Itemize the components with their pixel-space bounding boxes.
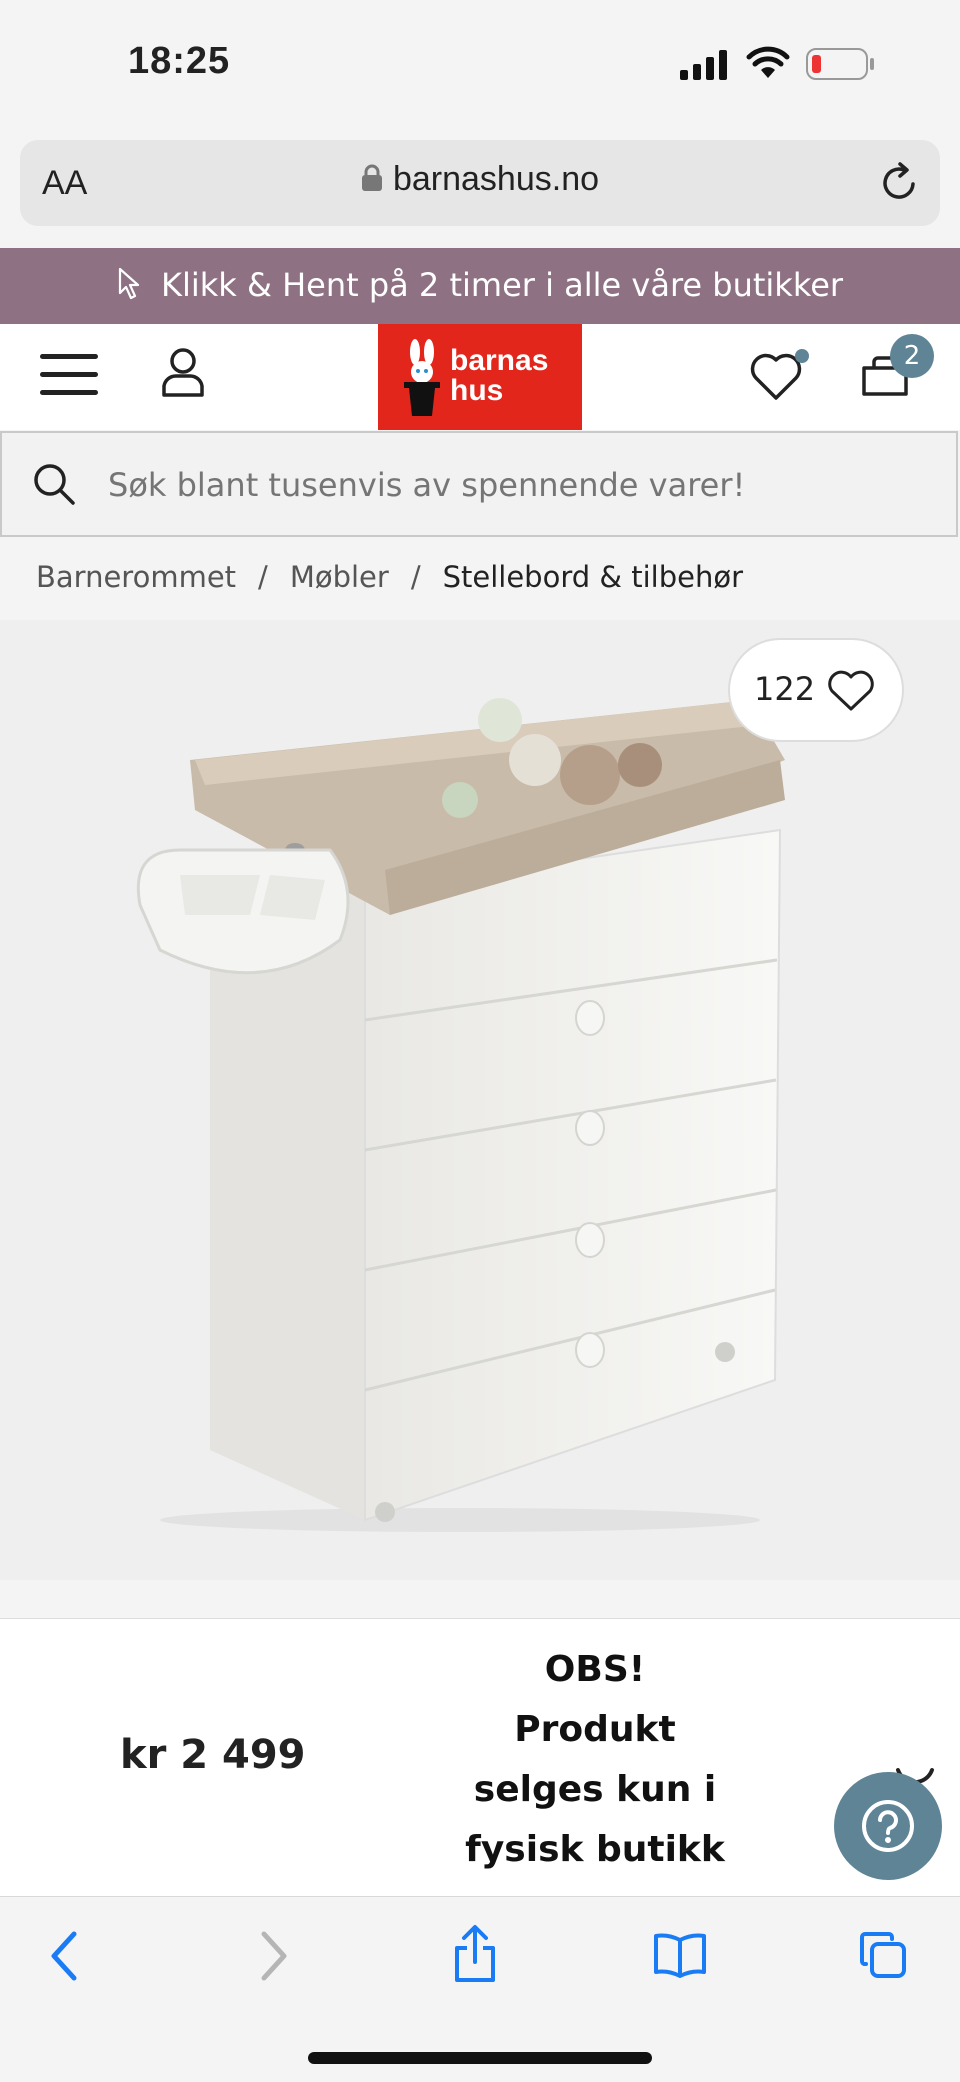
breadcrumb-trail: Barnerommet / Møbler / Stellebord & tilbehør bbox=[36, 560, 743, 594]
breadcrumb-item-mobler[interactable]: Møbler bbox=[290, 560, 389, 594]
rabbit-logo-icon bbox=[404, 339, 440, 416]
breadcrumb-item-barnerommet[interactable]: Barnerommet bbox=[36, 560, 236, 594]
forward-icon[interactable] bbox=[258, 1930, 290, 1982]
wifi-icon bbox=[746, 46, 790, 78]
search-input[interactable] bbox=[108, 466, 928, 504]
battery-icon bbox=[806, 48, 874, 80]
menu-icon[interactable] bbox=[40, 352, 98, 398]
help-icon bbox=[862, 1800, 914, 1852]
home-indicator bbox=[308, 2052, 652, 2064]
share-icon[interactable] bbox=[452, 1924, 498, 1984]
cart-count-badge: 2 bbox=[890, 334, 934, 378]
heart-icon[interactable] bbox=[750, 348, 814, 402]
bookmarks-icon[interactable] bbox=[652, 1932, 708, 1978]
logo-text: barnas hus bbox=[450, 344, 549, 407]
product-image bbox=[136, 698, 785, 1532]
back-icon[interactable] bbox=[48, 1930, 80, 1982]
user-icon[interactable] bbox=[160, 346, 206, 398]
lock-icon bbox=[361, 164, 382, 191]
search-icon[interactable] bbox=[32, 462, 76, 506]
breadcrumb-item-current: Stellebord & tilbehør bbox=[442, 560, 743, 594]
favorite-count: 122 bbox=[754, 670, 816, 708]
signal-icon bbox=[680, 50, 727, 80]
breadcrumb-separator: / bbox=[410, 560, 421, 594]
url-display[interactable]: barnashus.no bbox=[0, 160, 960, 199]
tabs-icon[interactable] bbox=[858, 1930, 908, 1980]
reload-icon[interactable] bbox=[880, 162, 920, 204]
heart-icon bbox=[828, 670, 874, 711]
status-time: 18:25 bbox=[128, 40, 231, 82]
cursor-icon bbox=[118, 267, 140, 300]
breadcrumb-separator: / bbox=[258, 560, 268, 594]
product-price: kr 2 499 bbox=[120, 1732, 306, 1778]
promo-text: Klikk & Hent på 2 timer i alle våre buti… bbox=[0, 266, 960, 304]
store-only-notice: OBS! Produkt selges kun i fysisk butikk bbox=[465, 1649, 725, 1870]
